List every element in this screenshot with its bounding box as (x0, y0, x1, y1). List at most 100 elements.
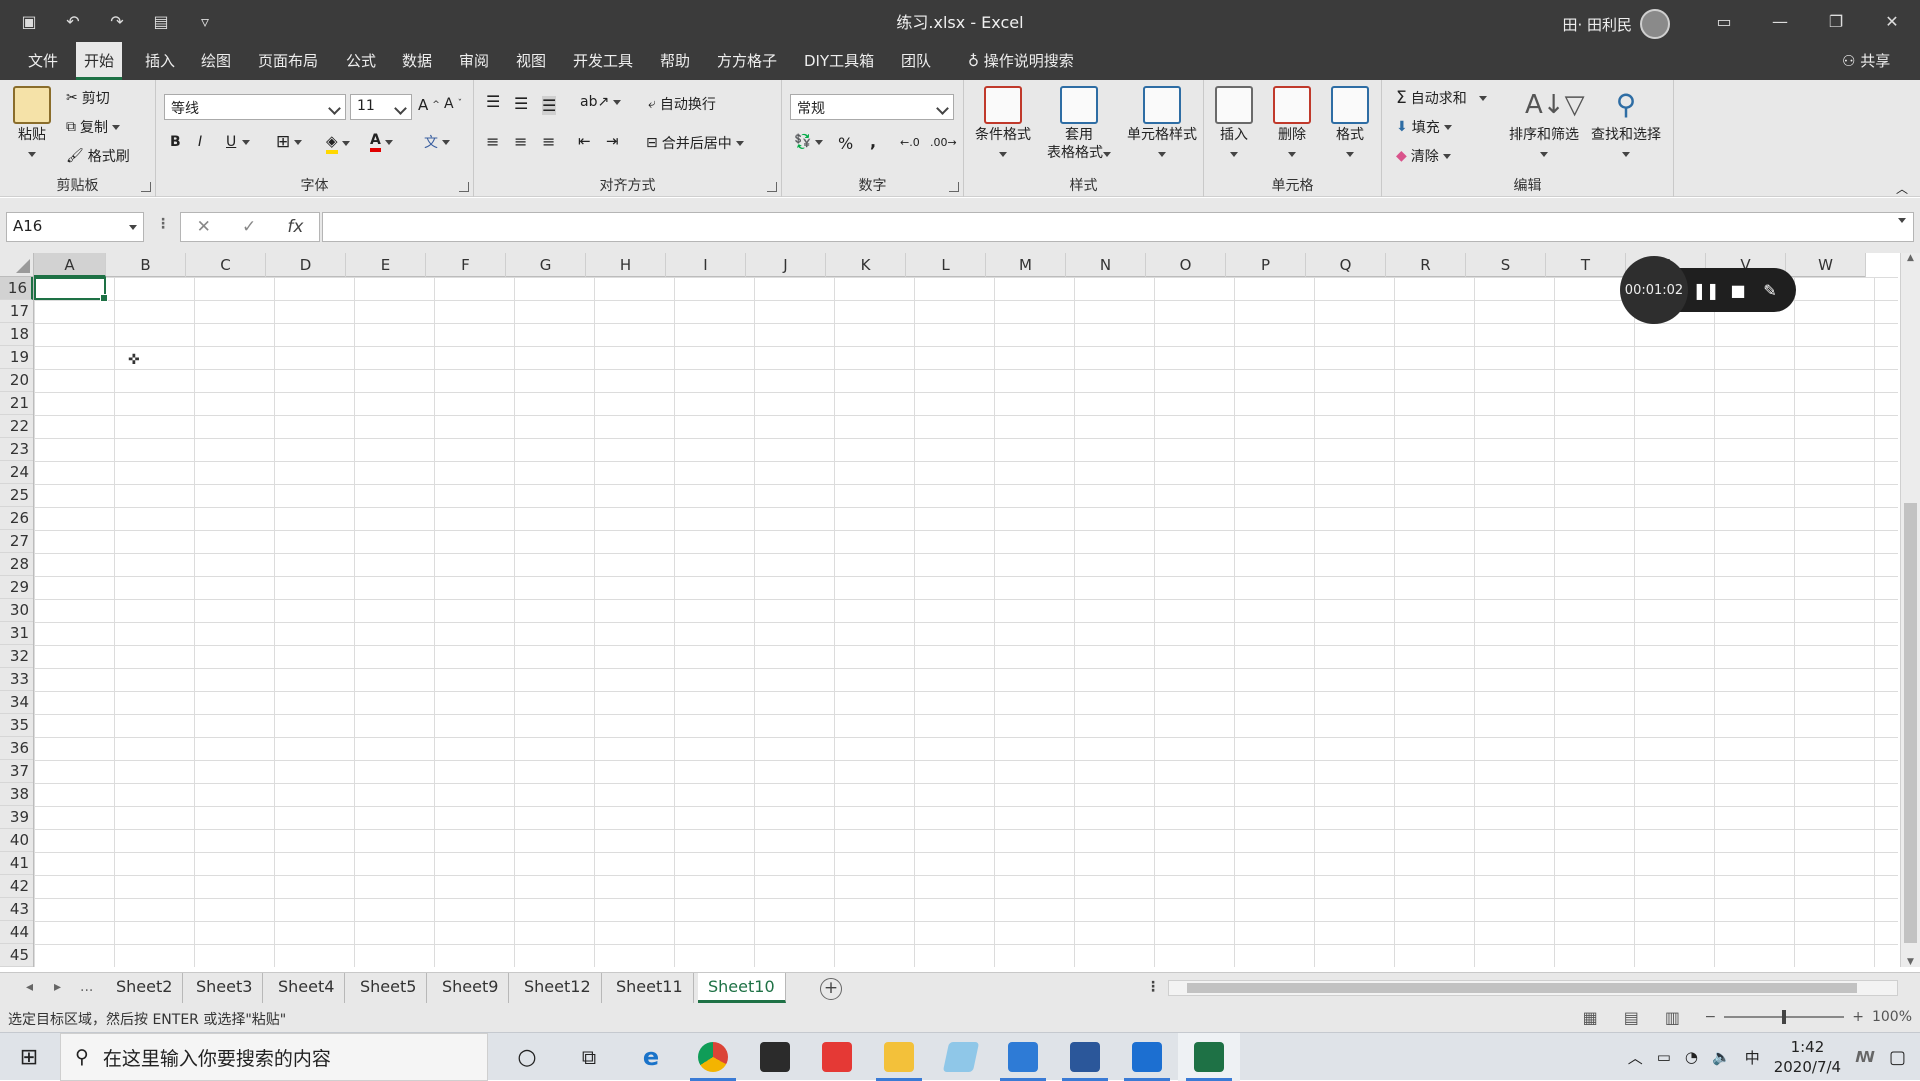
restore-icon[interactable]: ❐ (1808, 0, 1864, 42)
clear-button[interactable]: ◆ 清除 (1396, 146, 1451, 166)
column-header[interactable]: T (1546, 253, 1626, 277)
scroll-down-icon[interactable]: ▼ (1901, 957, 1920, 967)
column-header[interactable]: J (746, 253, 826, 277)
taskbar-search[interactable]: ⚲ 在这里输入你要搜索的内容 (60, 1033, 488, 1081)
show-hidden-icons-icon[interactable]: ︿ (1628, 1047, 1643, 1068)
sheet-tab[interactable]: Sheet11 (606, 973, 694, 1003)
column-header[interactable]: Q (1306, 253, 1386, 277)
column-header[interactable]: A (34, 253, 106, 277)
select-all-button[interactable] (0, 253, 34, 277)
row-header[interactable]: 16 (0, 277, 33, 300)
ribbon-display-icon[interactable]: ▭ (1696, 0, 1752, 42)
row-header[interactable]: 31 (0, 622, 33, 645)
page-layout-view-icon[interactable]: ▤ (1624, 1008, 1639, 1027)
row-header[interactable]: 22 (0, 415, 33, 438)
tab-draw[interactable]: 绘图 (193, 42, 239, 80)
insert-function-button[interactable]: fx (287, 217, 303, 237)
tab-file[interactable]: 文件 (20, 42, 66, 80)
battery-icon[interactable]: ▭ (1657, 1048, 1671, 1066)
tab-formulas[interactable]: 公式 (338, 42, 384, 80)
task-view-icon[interactable]: ⧉ (558, 1033, 620, 1081)
tab-team[interactable]: 团队 (893, 42, 939, 80)
excel-icon[interactable] (1178, 1033, 1240, 1081)
sheet-tab[interactable]: Sheet4 (268, 973, 346, 1003)
sheet-tab[interactable]: Sheet9 (432, 973, 510, 1003)
row-header[interactable]: 34 (0, 691, 33, 714)
tab-page-layout[interactable]: 页面布局 (250, 42, 326, 80)
paste-button[interactable]: 粘贴 (2, 86, 62, 162)
grid-app-icon[interactable] (992, 1033, 1054, 1081)
notification-icon[interactable]: ▢ (1889, 1047, 1906, 1068)
format-as-table-button[interactable]: 套用 表格格式 (1044, 86, 1114, 162)
fill-button[interactable]: ⬇ 填充 (1396, 117, 1452, 137)
wrap-text-button[interactable]: ⤶ 自动换行 (648, 94, 716, 114)
word-icon[interactable] (1054, 1033, 1116, 1081)
column-header[interactable]: E (346, 253, 426, 277)
merge-center-button[interactable]: ⊟ 合并后居中 (646, 133, 744, 153)
close-icon[interactable]: ✕ (1864, 0, 1920, 42)
file-explorer-icon[interactable] (868, 1033, 930, 1081)
column-header[interactable]: R (1386, 253, 1466, 277)
row-header[interactable]: 42 (0, 875, 33, 898)
font-size-select[interactable]: 11 (350, 94, 412, 120)
column-header[interactable]: W (1786, 253, 1866, 277)
avatar[interactable] (1640, 9, 1670, 39)
horizontal-scroll-thumb[interactable] (1187, 983, 1857, 993)
sort-filter-button[interactable]: A↓▽ 排序和筛选 (1502, 86, 1586, 162)
conditional-formatting-button[interactable]: 条件格式 (968, 86, 1038, 162)
row-header[interactable]: 28 (0, 553, 33, 576)
row-header[interactable]: 24 (0, 461, 33, 484)
tell-me-search[interactable]: ♁ 操作说明搜索 (960, 42, 1082, 80)
row-header[interactable]: 43 (0, 898, 33, 921)
normal-view-icon[interactable]: ▦ (1583, 1008, 1598, 1027)
font-color-button[interactable]: A (370, 132, 393, 152)
volume-icon[interactable]: 🔈 (1712, 1048, 1731, 1066)
zoom-slider[interactable] (1724, 1010, 1845, 1024)
share-button[interactable]: ⚇ 共享 (1834, 42, 1898, 80)
increase-indent-icon[interactable]: ⇥ (606, 132, 619, 150)
column-header[interactable]: N (1066, 253, 1146, 277)
name-box[interactable]: A16 (6, 212, 144, 242)
stop-icon[interactable]: ■ (1724, 281, 1752, 300)
row-header[interactable]: 18 (0, 323, 33, 346)
row-header[interactable]: 27 (0, 530, 33, 553)
align-top-icon[interactable]: ☰ (486, 92, 500, 111)
row-header[interactable]: 40 (0, 829, 33, 852)
dialog-launcher-icon[interactable] (141, 182, 151, 192)
tab-fangfanggezi[interactable]: 方方格子 (709, 42, 785, 80)
ime-indicator[interactable]: 中 (1745, 1047, 1760, 1068)
app-icon[interactable] (930, 1033, 992, 1081)
column-header[interactable]: O (1146, 253, 1226, 277)
row-header[interactable]: 45 (0, 944, 33, 967)
font-name-select[interactable]: 等线 (164, 94, 346, 120)
split-handle-icon[interactable]: ⋮ (1146, 979, 1160, 995)
enter-icon[interactable]: ✓ (242, 217, 256, 237)
increase-decimal-icon[interactable]: ←.0 (900, 136, 920, 149)
format-cells-button[interactable]: 格式 (1322, 86, 1378, 162)
dialog-launcher-icon[interactable] (459, 182, 469, 192)
tab-home[interactable]: 开始 (76, 42, 123, 80)
sheet-tab-active[interactable]: Sheet10 (698, 973, 786, 1003)
copy-button[interactable]: ⧉ 复制 (66, 117, 120, 137)
align-right-icon[interactable]: ≡ (542, 132, 555, 151)
grow-font-button[interactable]: A ^ (418, 96, 440, 114)
underline-button[interactable]: U (226, 134, 236, 150)
column-header[interactable]: L (906, 253, 986, 277)
align-middle-icon[interactable]: ☰ (514, 94, 528, 113)
format-painter-button[interactable]: 🖌 格式刷 (66, 146, 130, 166)
cut-button[interactable]: ✂ 剪切 (66, 88, 110, 108)
align-center-icon[interactable]: ≡ (514, 132, 527, 151)
scroll-up-icon[interactable]: ▲ (1901, 253, 1920, 263)
tab-insert[interactable]: 插入 (137, 42, 183, 80)
fill-color-button[interactable]: ◈ (326, 132, 350, 154)
page-break-view-icon[interactable]: ▥ (1665, 1008, 1680, 1027)
start-button[interactable]: ⊞ (0, 1033, 58, 1081)
row-header[interactable]: 44 (0, 921, 33, 944)
next-sheet-icon[interactable]: ▸ (54, 979, 61, 995)
row-header[interactable]: 38 (0, 783, 33, 806)
delete-cells-button[interactable]: 删除 (1264, 86, 1320, 162)
cell-styles-button[interactable]: 单元格样式 (1120, 86, 1204, 162)
worksheet-grid[interactable]: ABCDEFGHIJKLMNOPQRSTUVW 1617181920212223… (0, 253, 1920, 973)
pen-icon[interactable]: ✎ (1756, 281, 1784, 300)
zoom-level[interactable]: 100% (1872, 1009, 1912, 1025)
